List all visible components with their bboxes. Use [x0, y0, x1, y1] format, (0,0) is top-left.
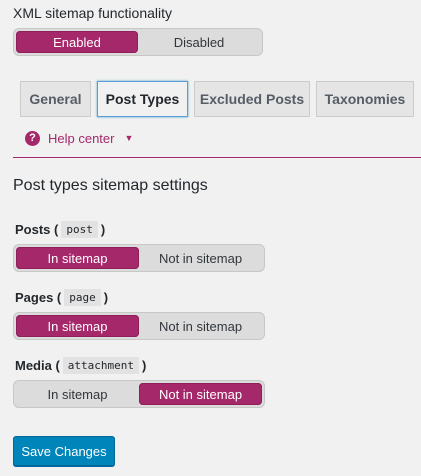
tab-post-types[interactable]: Post Types [97, 81, 188, 117]
disabled-option[interactable]: Disabled [138, 31, 260, 53]
pages-label: Pages ( page ) [15, 289, 108, 306]
help-divider [13, 157, 421, 158]
media-code: attachment [62, 357, 140, 374]
section-heading: Post types sitemap settings [13, 177, 208, 194]
settings-tabs: General Post Types Excluded Posts Taxono… [0, 81, 421, 118]
posts-toggle[interactable]: In sitemap Not in sitemap [13, 244, 265, 272]
question-icon: ? [25, 130, 40, 146]
media-toggle[interactable]: In sitemap Not in sitemap [13, 380, 265, 408]
help-center-toggle[interactable]: ? Help center ▼ [25, 128, 133, 148]
media-label: Media ( attachment ) [15, 357, 146, 374]
posts-label-text: Posts ( [15, 222, 59, 237]
pages-toggle[interactable]: In sitemap Not in sitemap [13, 312, 265, 340]
save-changes-button[interactable]: Save Changes [13, 436, 115, 466]
feature-title: XML sitemap functionality [13, 5, 172, 21]
tab-excluded-posts[interactable]: Excluded Posts [194, 81, 310, 117]
enabled-option[interactable]: Enabled [16, 31, 138, 53]
posts-not-in-sitemap-option[interactable]: Not in sitemap [139, 247, 262, 269]
posts-in-sitemap-option[interactable]: In sitemap [16, 247, 139, 269]
media-not-in-sitemap-option[interactable]: Not in sitemap [139, 383, 262, 405]
pages-in-sitemap-option[interactable]: In sitemap [16, 315, 139, 337]
tab-general[interactable]: General [20, 81, 91, 117]
posts-label-close: ) [100, 222, 106, 237]
media-in-sitemap-option[interactable]: In sitemap [16, 383, 139, 405]
media-label-text: Media ( [15, 358, 60, 373]
posts-code: post [61, 221, 98, 238]
help-center-label: Help center [48, 130, 115, 146]
pages-label-close: ) [103, 290, 109, 305]
pages-not-in-sitemap-option[interactable]: Not in sitemap [139, 315, 262, 337]
media-label-close: ) [142, 358, 147, 373]
caret-down-icon: ▼ [124, 133, 134, 143]
posts-label: Posts ( post ) [15, 221, 105, 238]
tab-taxonomies[interactable]: Taxonomies [316, 81, 414, 117]
sitemap-toggle[interactable]: Enabled Disabled [13, 28, 263, 56]
pages-label-text: Pages ( [15, 290, 62, 305]
pages-code: page [64, 289, 101, 306]
